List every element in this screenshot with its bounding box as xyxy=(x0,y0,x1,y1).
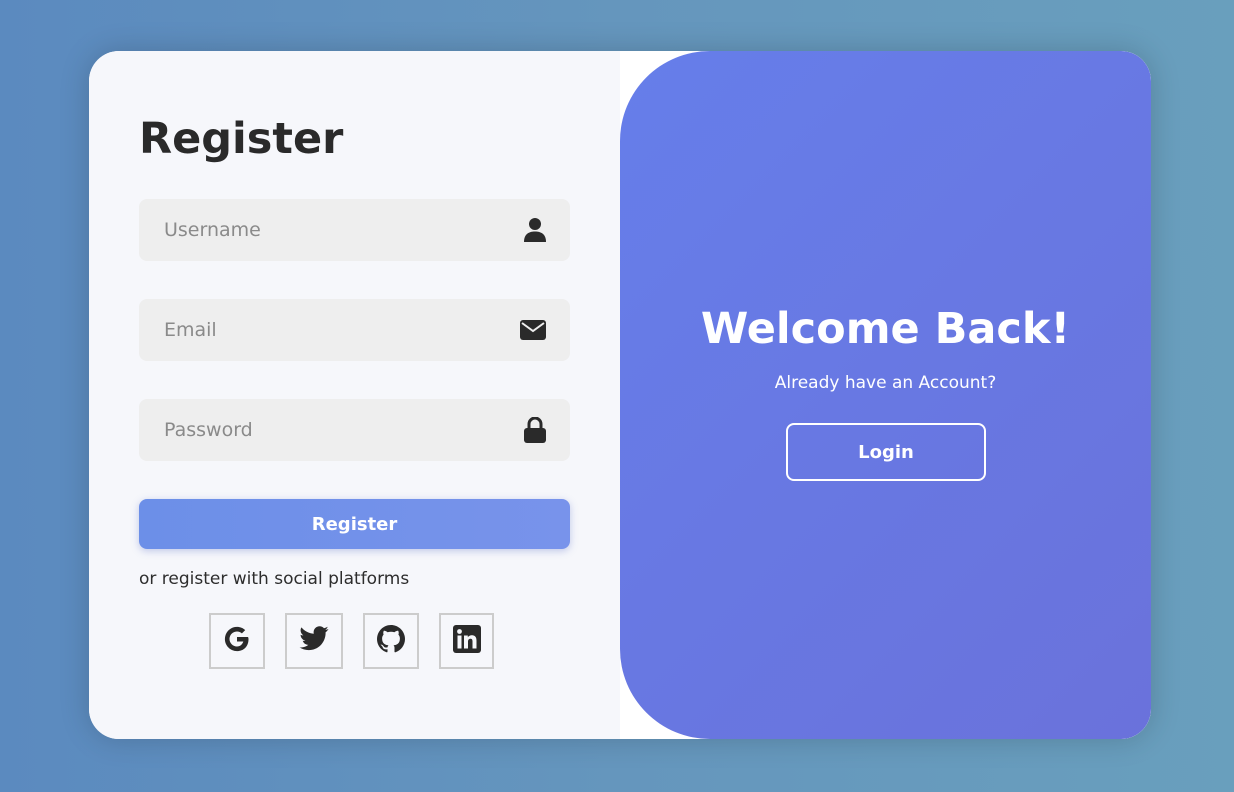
envelope-icon xyxy=(520,320,546,340)
linkedin-icon xyxy=(452,625,481,657)
welcome-subtitle: Already have an Account? xyxy=(774,373,997,393)
github-icon xyxy=(376,624,406,658)
welcome-title: Welcome Back! xyxy=(700,304,1071,354)
google-button[interactable] xyxy=(209,613,265,669)
lock-icon xyxy=(524,417,546,443)
password-field-wrapper xyxy=(139,399,570,461)
user-icon xyxy=(524,217,546,243)
password-input[interactable] xyxy=(139,399,570,461)
twitter-button[interactable] xyxy=(285,613,343,669)
github-button[interactable] xyxy=(363,613,419,669)
twitter-icon xyxy=(299,626,329,656)
social-platforms-text: or register with social platforms xyxy=(139,569,410,589)
linkedin-button[interactable] xyxy=(439,613,494,669)
register-button[interactable]: Register xyxy=(139,499,570,549)
register-panel: Register Username Email Register or regi… xyxy=(89,51,620,739)
register-title: Register xyxy=(139,114,344,164)
email-field-wrapper xyxy=(139,299,570,361)
username-input[interactable] xyxy=(139,199,570,261)
google-icon xyxy=(222,624,252,658)
login-button[interactable]: Login xyxy=(786,423,986,481)
username-field-wrapper xyxy=(139,199,570,261)
welcome-panel: Welcome Back! Already have an Account? L… xyxy=(620,51,1151,739)
email-input[interactable] xyxy=(139,299,570,361)
social-buttons xyxy=(209,613,494,669)
auth-card: Register Username Email Register or regi… xyxy=(89,51,1151,739)
